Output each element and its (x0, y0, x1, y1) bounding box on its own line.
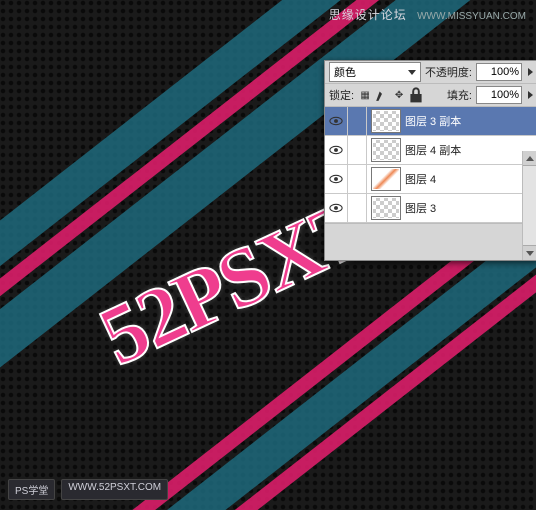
lock-all-icon[interactable] (409, 88, 423, 102)
watermark-bottom-left: PS学堂 (8, 479, 55, 500)
blend-row: 颜色 不透明度: 100% (325, 61, 536, 84)
lock-row: 锁定: ▦ ✥ 填充: 100% (325, 84, 536, 107)
fill-stepper-icon[interactable] (528, 91, 533, 99)
layer-row[interactable]: 图层 4 副本 (325, 136, 536, 165)
layers-list: 图层 3 副本图层 4 副本图层 4 图层 3 (325, 107, 536, 223)
layer-name[interactable]: 图层 3 (405, 200, 536, 216)
chevron-down-icon (408, 70, 416, 75)
layer-thumbnail[interactable] (371, 196, 401, 220)
fill-value: 100% (491, 89, 519, 101)
watermark-title: 思缘设计论坛 (329, 8, 407, 22)
layers-empty-area[interactable] (325, 223, 536, 260)
visibility-toggle[interactable] (325, 165, 348, 193)
lock-pixels-icon[interactable] (375, 88, 389, 102)
link-slot[interactable] (348, 107, 367, 135)
layer-row[interactable]: 图层 3 副本 (325, 107, 536, 136)
visibility-toggle[interactable] (325, 136, 348, 164)
lock-transparency-icon[interactable]: ▦ (358, 88, 372, 102)
link-slot[interactable] (348, 165, 367, 193)
layer-thumbnail[interactable] (371, 109, 401, 133)
layer-thumbnail[interactable] (371, 138, 401, 162)
watermark-url: WWW.MISSYUAN.COM (417, 11, 526, 22)
link-slot[interactable] (348, 194, 367, 222)
layers-panel: 颜色 不透明度: 100% 锁定: ▦ ✥ 填充: 100% 图层 3 副本图层… (324, 60, 536, 261)
blend-mode-value: 颜色 (334, 64, 356, 80)
scroll-down-button[interactable] (523, 245, 536, 260)
link-slot[interactable] (348, 136, 367, 164)
watermark-bottom: PS学堂 WWW.52PSXT.COM (8, 479, 168, 500)
scroll-up-button[interactable] (523, 151, 536, 166)
fill-label: 填充: (447, 87, 472, 103)
watermark-top: 思缘设计论坛 WWW.MISSYUAN.COM (329, 6, 526, 23)
fill-input[interactable]: 100% (476, 86, 522, 104)
layers-scrollbar[interactable] (522, 151, 536, 260)
layer-thumbnail[interactable] (371, 167, 401, 191)
layer-row[interactable]: 图层 3 (325, 194, 536, 223)
layer-row[interactable]: 图层 4 (325, 165, 536, 194)
layer-name[interactable]: 图层 4 (405, 171, 536, 187)
opacity-input[interactable]: 100% (476, 63, 522, 81)
opacity-stepper-icon[interactable] (528, 68, 533, 76)
opacity-value: 100% (491, 66, 519, 78)
watermark-bottom-url: WWW.52PSXT.COM (61, 479, 168, 500)
visibility-toggle[interactable] (325, 194, 348, 222)
layer-name[interactable]: 图层 4 副本 (405, 142, 536, 158)
triangle-up-icon (526, 156, 534, 161)
lock-label: 锁定: (329, 87, 354, 103)
triangle-down-icon (526, 251, 534, 256)
lock-icons: ▦ ✥ (358, 88, 423, 102)
lock-position-icon[interactable]: ✥ (392, 88, 406, 102)
blend-mode-select[interactable]: 颜色 (329, 62, 421, 82)
layer-name[interactable]: 图层 3 副本 (405, 113, 536, 129)
opacity-label: 不透明度: (425, 64, 472, 80)
visibility-toggle[interactable] (325, 107, 348, 135)
